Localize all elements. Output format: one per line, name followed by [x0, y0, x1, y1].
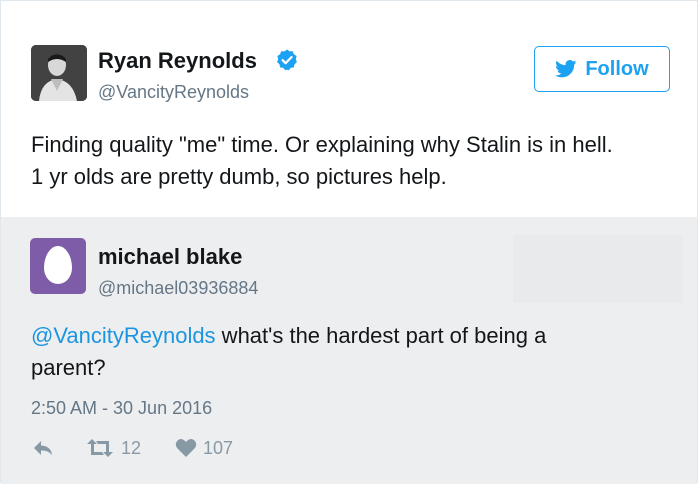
- author-handle[interactable]: @VancityReynolds: [98, 82, 249, 103]
- background-block: [513, 235, 683, 303]
- author-name[interactable]: michael blake: [98, 244, 242, 270]
- action-bar: 12 107: [31, 433, 351, 463]
- verified-badge-icon: [277, 49, 297, 71]
- author-handle[interactable]: @michael03936884: [98, 278, 258, 299]
- retweet-button[interactable]: 12: [85, 433, 141, 463]
- tweet-text: Finding quality "me" time. Or explaining…: [31, 129, 681, 193]
- retweet-count: 12: [121, 437, 142, 458]
- tweet-embed-card: Ryan Reynolds @VancityReynolds Follow Fi…: [0, 0, 698, 484]
- avatar[interactable]: [31, 45, 87, 101]
- mention-link[interactable]: @VancityReynolds: [31, 323, 216, 348]
- reply-text-rest: what's the hardest part of being a: [215, 323, 547, 348]
- like-button[interactable]: 107: [175, 433, 233, 463]
- follow-label: Follow: [585, 57, 649, 80]
- reply-button[interactable]: [31, 433, 55, 463]
- reply-tweet: michael blake @michael03936884 @VancityR…: [1, 217, 697, 484]
- follow-button[interactable]: Follow: [534, 46, 670, 92]
- timestamp[interactable]: 2:50 AM - 30 Jun 2016: [31, 398, 212, 419]
- reply-arrow-icon: [34, 441, 52, 455]
- retweet-icon: [87, 439, 113, 457]
- reply-text: @VancityReynolds what's the hardest part…: [31, 320, 671, 384]
- like-count: 107: [203, 437, 234, 458]
- main-tweet: Ryan Reynolds @VancityReynolds Follow Fi…: [1, 1, 697, 217]
- tweet-text-line: 1 yr olds are pretty dumb, so pictures h…: [31, 164, 447, 189]
- default-egg-icon: [44, 246, 72, 284]
- reply-text-line2: parent?: [31, 355, 106, 380]
- heart-icon: [175, 439, 197, 457]
- tweet-text-line: Finding quality "me" time. Or explaining…: [31, 132, 613, 157]
- twitter-bird-icon: [555, 60, 577, 78]
- avatar[interactable]: [30, 238, 86, 294]
- author-name[interactable]: Ryan Reynolds: [98, 48, 257, 74]
